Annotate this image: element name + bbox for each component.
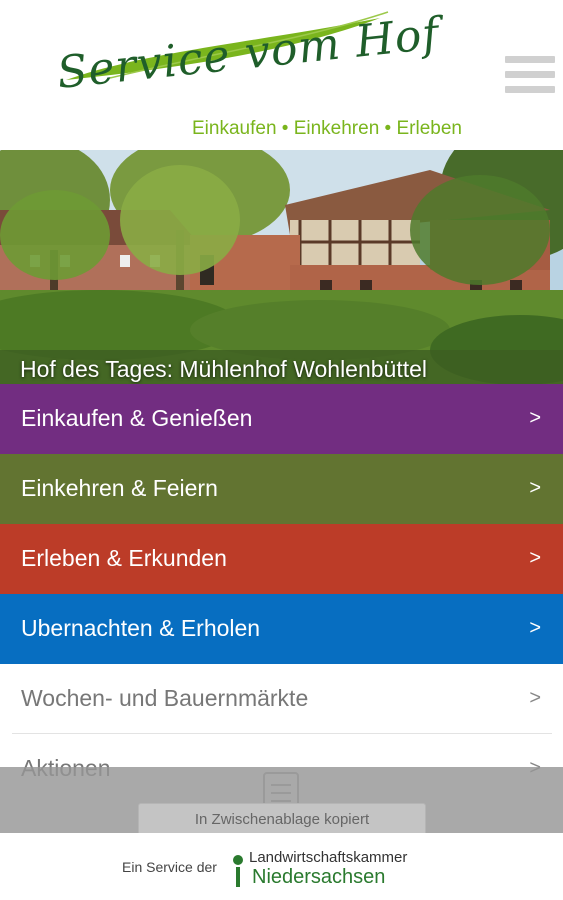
lwk-logo-icon bbox=[233, 855, 243, 887]
list-item-label: Wochen- und Bauernmärkte bbox=[21, 685, 309, 711]
service-vom-hof-logo[interactable]: Service vom Hof Einkaufen • Einkehren • … bbox=[50, 8, 490, 143]
app-header: Service vom Hof Einkaufen • Einkehren • … bbox=[0, 0, 563, 150]
footer: Ein Service der Landwirtschaftskammer Ni… bbox=[0, 833, 563, 900]
copied-to-clipboard-toast: In Zwischenablage kopiert bbox=[138, 803, 426, 837]
org-name-line2[interactable]: Niedersachsen bbox=[252, 866, 385, 889]
mill-farm-photo bbox=[0, 150, 563, 384]
farm-of-the-day-image[interactable] bbox=[0, 150, 563, 384]
category-erleben-erkunden[interactable]: Erleben & Erkunden > bbox=[0, 524, 563, 594]
chevron-right-icon: > bbox=[529, 617, 541, 639]
list-item-wochen-bauernmaerkte[interactable]: Wochen- und Bauernmärkte > bbox=[0, 664, 563, 734]
category-ubernachten-erholen[interactable]: Ubernachten & Erholen > bbox=[0, 594, 563, 664]
category-label: Erleben & Erkunden bbox=[21, 545, 227, 571]
category-label: Einkehren & Feiern bbox=[21, 475, 218, 501]
chevron-right-icon: > bbox=[529, 687, 541, 709]
category-einkehren-feiern[interactable]: Einkehren & Feiern > bbox=[0, 454, 563, 524]
category-label: Einkaufen & Genießen bbox=[21, 405, 253, 431]
hamburger-menu-icon[interactable] bbox=[505, 56, 555, 96]
chevron-right-icon: > bbox=[529, 477, 541, 499]
chevron-right-icon: > bbox=[529, 547, 541, 569]
footer-prefix: Ein Service der bbox=[122, 859, 217, 875]
org-name-line1[interactable]: Landwirtschaftskammer bbox=[249, 849, 407, 866]
category-einkaufen-geniessen[interactable]: Einkaufen & Genießen > bbox=[0, 384, 563, 454]
farm-of-the-day-caption: Hof des Tages: Mühlenhof Wohlenbüttel bbox=[20, 356, 428, 382]
chevron-right-icon: > bbox=[529, 407, 541, 429]
category-label: Ubernachten & Erholen bbox=[21, 615, 261, 641]
logo-tagline: Einkaufen • Einkehren • Erleben bbox=[192, 118, 462, 139]
